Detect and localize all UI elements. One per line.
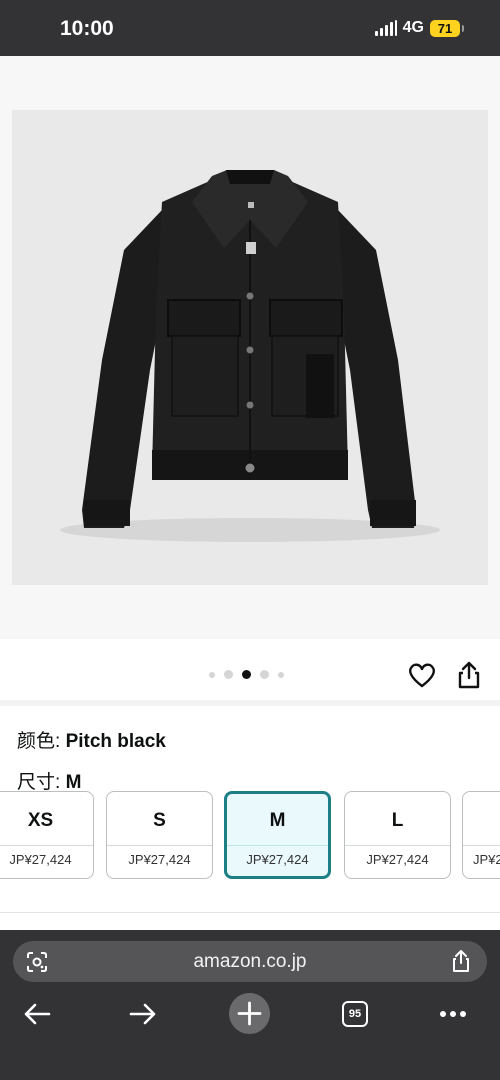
carousel-dot[interactable] xyxy=(260,670,269,679)
size-swatch-xs[interactable]: XS JP¥27,424 xyxy=(0,791,94,879)
size-price: JP¥27,424 xyxy=(366,852,429,867)
carousel-dot[interactable] xyxy=(278,671,284,678)
battery-level: 71 xyxy=(437,20,453,36)
carousel-dot-active[interactable] xyxy=(242,670,251,679)
size-selection: 尺寸: M xyxy=(17,767,81,794)
section-rule xyxy=(0,912,500,913)
carousel-dot[interactable] xyxy=(224,670,233,679)
product-photo[interactable] xyxy=(12,110,488,585)
carousel-dots[interactable] xyxy=(209,670,284,679)
status-time: 10:00 xyxy=(60,17,114,40)
size-price: JP¥27,424 xyxy=(246,852,309,867)
browser-toolbar: amazon.co.jp 95 xyxy=(0,930,500,1080)
size-value: M xyxy=(65,772,82,793)
image-controls-row xyxy=(0,639,500,703)
new-tab-button[interactable] xyxy=(229,993,270,1034)
section-divider xyxy=(0,700,500,706)
more-icon[interactable] xyxy=(439,1010,467,1018)
carousel-dot[interactable] xyxy=(209,671,215,678)
tabs-count: 95 xyxy=(348,1008,362,1020)
share-icon[interactable] xyxy=(457,661,481,689)
size-name: XS xyxy=(27,810,54,831)
url-text: amazon.co.jp xyxy=(193,951,307,972)
size-swatch-list: XS JP¥27,424 S JP¥27,424 M JP¥27,424 L J… xyxy=(0,791,500,881)
address-bar[interactable]: amazon.co.jp xyxy=(13,941,487,982)
jacket-photo xyxy=(60,170,440,542)
heart-icon[interactable] xyxy=(408,662,436,688)
color-value: Pitch black xyxy=(65,731,166,752)
forward-arrow-icon[interactable] xyxy=(129,1002,157,1026)
size-swatch-s[interactable]: S JP¥27,424 xyxy=(106,791,213,879)
size-name: L xyxy=(391,810,404,831)
size-swatch-more[interactable]: JP¥27,424 xyxy=(462,791,500,879)
battery-icon: 71 xyxy=(430,19,464,37)
size-name: M xyxy=(269,810,286,831)
color-label: 颜色: xyxy=(17,731,66,752)
size-price: JP¥27,424 xyxy=(9,852,72,867)
size-price: JP¥27,424 xyxy=(128,852,191,867)
status-bar: 10:00 4G 71 xyxy=(0,0,500,56)
size-label: 尺寸: xyxy=(17,772,66,793)
network-type: 4G xyxy=(402,19,424,36)
color-selection: 颜色: Pitch black xyxy=(17,726,166,753)
url-share-icon[interactable] xyxy=(451,949,471,973)
size-price: JP¥27,424 xyxy=(473,852,500,867)
size-name: S xyxy=(153,810,166,831)
signal-bars-icon xyxy=(374,20,397,36)
size-swatch-l[interactable]: L JP¥27,424 xyxy=(344,791,451,879)
browser-nav-row: 95 xyxy=(0,992,500,1036)
tabs-icon[interactable]: 95 xyxy=(342,1001,368,1027)
new-tab-plus-icon xyxy=(237,1001,262,1026)
product-image-carousel[interactable] xyxy=(0,56,500,639)
back-arrow-icon[interactable] xyxy=(23,1002,51,1026)
size-swatch-m[interactable]: M JP¥27,424 xyxy=(224,791,331,879)
status-indicators: 4G 71 xyxy=(374,19,464,37)
